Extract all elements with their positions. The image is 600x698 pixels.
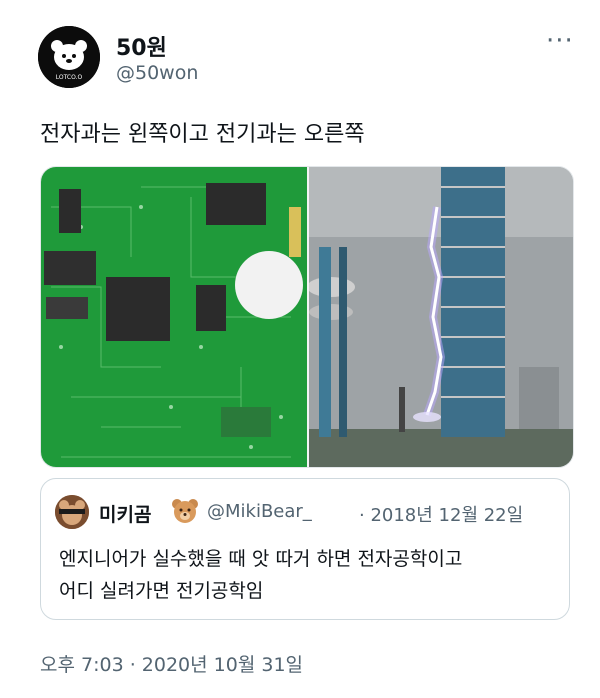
- bear-logo-icon: LOTCO.O: [38, 26, 100, 88]
- quoted-tweet[interactable]: 미키곰 @MikiBear_ · 2018년 12월 22일 엔지니어가 실수했…: [40, 478, 570, 620]
- quoted-avatar-image: [55, 495, 89, 529]
- quoted-text: 엔지니어가 실수했을 때 앗 따거 하면 전자공학이고 어디 실려가면 전기공학…: [59, 543, 462, 607]
- tweet-text: 전자과는 왼쪽이고 전기과는 오른쪽: [40, 122, 365, 147]
- user-handle[interactable]: @50won: [116, 62, 198, 84]
- avatar-logo-text: LOTCO.O: [56, 74, 83, 81]
- quoted-avatar[interactable]: [55, 495, 89, 529]
- quoted-text-line-1: 엔지니어가 실수했을 때 앗 따거 하면 전자공학이고: [59, 548, 463, 570]
- circuit-board-illustration: [41, 167, 307, 467]
- tweet-timestamp[interactable]: 오후 7:03 · 2020년 10월 31일: [40, 650, 303, 677]
- quoted-display-name[interactable]: 미키곰: [99, 500, 151, 527]
- display-name[interactable]: 50원: [116, 30, 167, 62]
- quoted-handle[interactable]: @MikiBear_: [207, 501, 312, 522]
- tweet-media[interactable]: [40, 166, 574, 468]
- lightning-arc-image[interactable]: [307, 167, 573, 467]
- bear-emoji-icon: [171, 497, 199, 525]
- quoted-date[interactable]: · 2018년 12월 22일: [359, 501, 523, 527]
- more-options-icon[interactable]: ···: [546, 26, 574, 56]
- quoted-text-line-2: 어디 실려가면 전기공학임: [59, 580, 264, 602]
- avatar[interactable]: LOTCO.O: [38, 26, 100, 88]
- circuit-board-image[interactable]: [41, 167, 307, 467]
- lightning-arc-illustration: [307, 167, 573, 467]
